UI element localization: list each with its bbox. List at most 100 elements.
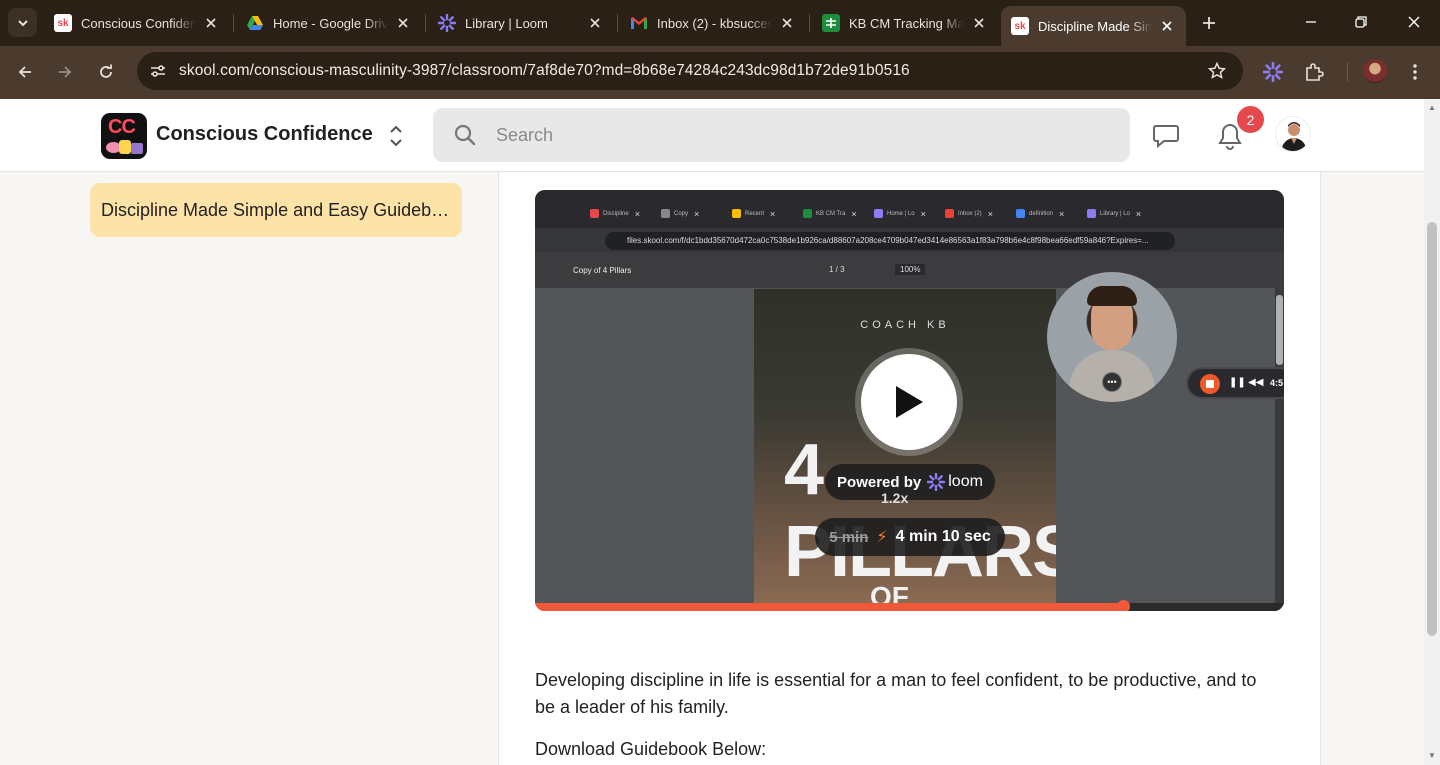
video-recorded-tab: Library | Lo × <box>1087 206 1141 221</box>
lesson-item-active[interactable]: Discipline Made Simple and Easy Guideboo… <box>90 183 462 237</box>
pdf-big-number: 4 <box>784 430 825 510</box>
close-tab-icon: × <box>920 208 926 219</box>
video-recorded-tab: Home | Lo × <box>874 206 926 221</box>
pdf-kicker: COACH KB <box>860 319 950 331</box>
restore-button[interactable] <box>1335 0 1387 44</box>
close-tab-icon: × <box>851 208 857 219</box>
search-icon <box>453 123 477 147</box>
group-name[interactable]: Conscious Confidence <box>156 123 373 146</box>
reload-icon <box>100 64 112 78</box>
plus-icon <box>1203 17 1215 29</box>
chat-button[interactable] <box>1151 121 1181 151</box>
forward-button[interactable] <box>49 56 81 88</box>
extensions-puzzle-icon[interactable] <box>1300 58 1328 86</box>
page-scrollbar-thumb[interactable] <box>1427 222 1437 636</box>
lightning-bolt-icon: ⚡ <box>876 529 888 546</box>
group-logo[interactable]: CC <box>101 113 147 159</box>
play-icon <box>896 386 923 418</box>
user-avatar[interactable] <box>1275 116 1311 152</box>
download-heading: Download Guidebook Below: <box>535 739 767 759</box>
close-tab-icon: × <box>770 208 776 219</box>
video-progress-handle[interactable] <box>1117 600 1130 611</box>
loom-brand-text: loom <box>948 473 983 490</box>
arrow-left-icon <box>18 66 31 78</box>
browser-tab-3[interactable]: Library | Loom <box>428 7 614 39</box>
sped-up-duration: 4 min 10 sec <box>895 528 991 545</box>
browser-tab-strip: sk Conscious Confidence Home - Google Dr… <box>0 0 1440 46</box>
tab-favicon-icon <box>732 209 741 218</box>
chevron-down-icon <box>17 19 28 26</box>
close-tab-icon: × <box>634 208 640 219</box>
loom-logo-icon <box>927 473 946 491</box>
rewind-icon: ◀◀ <box>1248 377 1264 388</box>
browser-tab-4[interactable]: Inbox (2) - kbsuccess <box>620 7 806 39</box>
powered-by-loom-badge[interactable]: Powered by loom <box>825 464 995 500</box>
reload-button[interactable] <box>90 56 122 88</box>
tab-title: Home - Google Drive <box>273 15 388 31</box>
video-tab-title: Library | Lo <box>1100 210 1130 217</box>
browser-menu-kebab-icon[interactable] <box>1401 58 1429 86</box>
close-tab-icon[interactable] <box>394 14 412 32</box>
video-tab-title: Inbox (2) <box>958 210 982 217</box>
video-tab-title: Home | Lo <box>887 210 915 217</box>
browser-tab-5[interactable]: KB CM Tracking Master <box>812 7 998 39</box>
close-tab-icon: × <box>694 208 700 219</box>
tab-title: Inbox (2) - kbsuccess <box>657 15 772 31</box>
close-tab-icon: × <box>987 208 993 219</box>
close-tab-icon[interactable] <box>778 14 796 32</box>
close-tab-icon[interactable] <box>202 14 220 32</box>
video-recorded-tab: Recent × <box>732 206 775 221</box>
close-tab-icon[interactable] <box>586 14 604 32</box>
original-duration: 5 min <box>829 528 869 546</box>
loom-icon <box>438 14 456 32</box>
close-tab-icon: × <box>1135 208 1142 219</box>
close-icon <box>1408 16 1420 28</box>
video-recorded-tab: Inbox (2) × <box>945 206 993 221</box>
google-sheets-icon <box>822 14 840 32</box>
logo-text: CC <box>108 116 136 138</box>
site-header: CC Conscious Confidence <box>0 99 1424 172</box>
close-window-button[interactable] <box>1388 0 1440 44</box>
tab-favicon-icon <box>874 209 883 218</box>
powered-by-text: Powered by <box>837 473 922 491</box>
new-tab-button[interactable] <box>1196 10 1222 36</box>
video-recorded-tab: Copy × <box>661 206 699 221</box>
address-bar[interactable]: skool.com/conscious-masculinity-3987/cla… <box>137 52 1243 90</box>
scroll-up-arrow-icon[interactable]: ▲ <box>1427 103 1437 113</box>
tab-favicon-icon <box>803 209 812 218</box>
minimize-button[interactable] <box>1285 0 1337 44</box>
video-tab-title: Recent <box>745 210 765 217</box>
video-recorded-tab: Discipline × <box>590 206 640 221</box>
close-tab-icon[interactable] <box>970 14 988 32</box>
bookmark-star-icon[interactable] <box>1207 61 1227 81</box>
minimize-icon <box>1306 21 1316 23</box>
video-recorded-tab: definition × <box>1016 206 1064 221</box>
site-info-icon[interactable] <box>145 58 171 84</box>
arrow-right-icon <box>59 66 72 78</box>
loom-recorder-controls: ❚❚ ◀◀ 4:5 <box>1186 367 1284 399</box>
play-button[interactable] <box>855 348 963 456</box>
duration-badge: 5 min ⚡ 4 min 10 sec <box>815 518 1005 556</box>
lesson-description: Developing discipline in life is essenti… <box>535 670 1257 717</box>
back-button[interactable] <box>9 56 41 88</box>
loom-extension-icon[interactable] <box>1259 58 1287 86</box>
chevron-up-down-icon <box>390 125 402 147</box>
search-bar[interactable] <box>433 108 1130 162</box>
tab-search-button[interactable] <box>8 8 37 37</box>
video-pdf-page: 1 / 3 <box>829 265 845 274</box>
rec-time: 4:5 <box>1270 378 1284 388</box>
tab-title: Conscious Confidence <box>81 15 196 31</box>
tab-title: Discipline Made Simple <box>1038 18 1152 34</box>
video-recorded-tab: KB CM Tra × <box>803 206 857 221</box>
search-input[interactable] <box>496 124 1056 146</box>
loom-video-player[interactable]: files.skool.com/f/dc1bdd35670d472ca0c753… <box>535 190 1284 611</box>
scroll-down-arrow-icon[interactable]: ▼ <box>1427 751 1437 761</box>
browser-profile-avatar[interactable] <box>1363 59 1387 83</box>
browser-tab-active[interactable]: sk Discipline Made Simple <box>1001 6 1186 46</box>
browser-tab-1[interactable]: sk Conscious Confidence <box>44 7 230 39</box>
close-tab-icon[interactable] <box>1158 17 1176 35</box>
tab-favicon-icon <box>1016 209 1025 218</box>
group-switcher-button[interactable] <box>386 122 406 150</box>
browser-tab-2[interactable]: Home - Google Drive <box>236 7 422 39</box>
browser-toolbar: skool.com/conscious-masculinity-3987/cla… <box>0 46 1440 99</box>
